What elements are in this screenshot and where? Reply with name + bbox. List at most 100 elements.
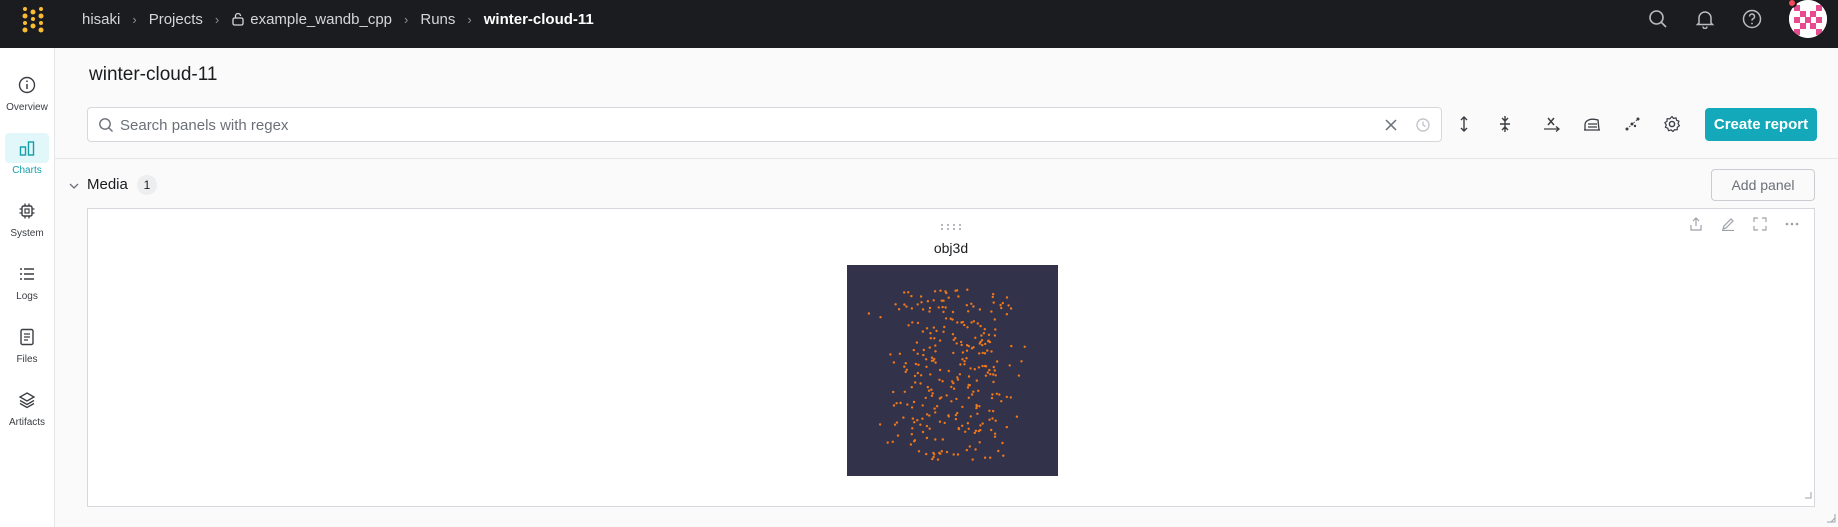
point <box>988 418 991 421</box>
point <box>977 366 981 369</box>
x-axis-icon[interactable] <box>1541 113 1563 135</box>
sidebar-item-label: Overview <box>6 102 48 113</box>
breadcrumb-entity[interactable]: hisaki <box>82 11 120 28</box>
outliers-icon[interactable] <box>1622 113 1644 135</box>
breadcrumb-run[interactable]: winter-cloud-11 <box>484 11 594 28</box>
point <box>960 343 963 347</box>
point <box>929 337 932 340</box>
point <box>935 405 939 408</box>
section-title[interactable]: Media <box>87 176 128 193</box>
point <box>956 321 959 324</box>
point <box>916 321 920 325</box>
point <box>925 424 929 428</box>
breadcrumb-project[interactable]: example_wandb_cpp <box>231 11 392 28</box>
point <box>976 412 979 415</box>
top-bar: hisaki › Projects › example_wandb_cpp › … <box>0 0 1838 48</box>
point <box>979 340 982 344</box>
point <box>907 324 910 327</box>
point <box>911 427 914 430</box>
point <box>932 451 935 455</box>
point <box>892 404 896 407</box>
point <box>892 361 896 364</box>
point <box>929 332 932 335</box>
point <box>966 326 969 329</box>
export-icon[interactable] <box>1688 216 1704 232</box>
layers-icon <box>12 385 42 415</box>
point <box>961 351 965 354</box>
expand-vertical-icon[interactable] <box>1453 113 1475 135</box>
settings-icon[interactable] <box>1661 113 1683 135</box>
history-icon[interactable] <box>1415 117 1431 138</box>
point <box>947 415 950 418</box>
point <box>998 393 1001 396</box>
point <box>1009 307 1013 310</box>
search-icon[interactable] <box>1646 7 1670 31</box>
point <box>992 301 995 304</box>
user-avatar-button[interactable] <box>1787 0 1827 38</box>
resize-handle-icon[interactable] <box>1804 486 1812 504</box>
chevron-down-icon[interactable] <box>68 179 80 197</box>
sidebar-item-charts[interactable]: Charts <box>0 127 54 185</box>
sidebar-item-system[interactable]: System <box>0 190 54 248</box>
point <box>932 455 935 459</box>
point <box>1007 304 1010 307</box>
point <box>984 342 987 346</box>
point <box>891 440 894 443</box>
point <box>967 310 970 313</box>
point <box>1020 360 1023 363</box>
point <box>975 403 978 407</box>
point <box>979 324 982 328</box>
close-icon[interactable] <box>1383 117 1399 138</box>
point <box>993 432 997 435</box>
point <box>992 365 995 369</box>
object3d-viewer[interactable] <box>847 265 1058 476</box>
wandb-logo-icon[interactable] <box>20 6 46 36</box>
sidebar-item-overview[interactable]: Overview <box>0 64 54 122</box>
point <box>909 443 913 446</box>
point <box>957 295 960 298</box>
point <box>921 430 925 434</box>
breadcrumb-runs[interactable]: Runs <box>420 11 455 28</box>
bell-icon[interactable] <box>1693 7 1717 31</box>
point <box>993 369 996 372</box>
point <box>981 343 984 347</box>
point <box>990 310 993 313</box>
point <box>956 378 960 381</box>
point <box>910 307 914 310</box>
point <box>955 342 958 345</box>
collapse-vertical-icon[interactable] <box>1494 113 1516 135</box>
point <box>967 344 970 348</box>
sidebar-item-logs[interactable]: Logs <box>0 253 54 311</box>
add-panel-button[interactable]: Add panel <box>1711 169 1815 201</box>
point <box>952 351 955 355</box>
point <box>959 340 963 344</box>
create-report-button[interactable]: Create report <box>1705 108 1817 141</box>
point <box>928 346 931 349</box>
help-icon[interactable] <box>1740 7 1764 31</box>
sidebar-item-artifacts[interactable]: Artifacts <box>0 379 54 437</box>
resize-handle-icon[interactable] <box>1826 510 1836 527</box>
more-icon[interactable] <box>1784 216 1800 232</box>
sidebar-item-files[interactable]: Files <box>0 316 54 374</box>
point <box>970 347 974 350</box>
drag-handle-icon[interactable] <box>940 218 964 236</box>
point <box>934 411 937 414</box>
point <box>922 348 925 352</box>
point <box>973 431 976 435</box>
edit-icon[interactable] <box>1720 216 1736 232</box>
fullscreen-icon[interactable] <box>1752 216 1768 232</box>
point <box>921 308 925 311</box>
point <box>1000 306 1003 310</box>
point <box>967 383 970 387</box>
search-icon <box>98 117 114 138</box>
breadcrumb-projects[interactable]: Projects <box>149 11 203 28</box>
point <box>961 424 964 427</box>
point <box>936 458 940 461</box>
point <box>928 310 931 313</box>
point <box>970 321 973 324</box>
point <box>917 450 921 453</box>
search-input[interactable] <box>120 115 1320 135</box>
point <box>981 351 984 355</box>
smoothing-icon[interactable] <box>1581 113 1603 135</box>
point <box>929 373 932 376</box>
